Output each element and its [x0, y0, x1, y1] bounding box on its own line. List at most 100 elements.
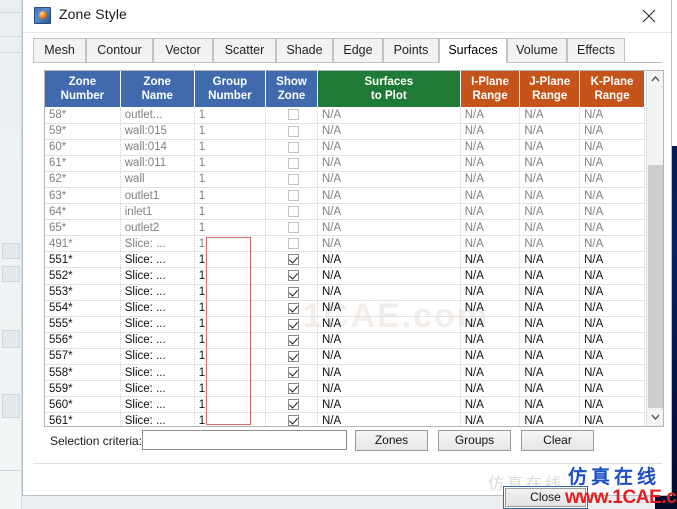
- cell-zone-number: 65*: [45, 220, 120, 236]
- cell-show-zone[interactable]: [266, 381, 318, 397]
- cell-show-zone[interactable]: [266, 107, 318, 123]
- cell-show-zone[interactable]: [266, 300, 318, 316]
- chevron-down-icon[interactable]: [647, 409, 663, 426]
- cell-show-zone[interactable]: [266, 155, 318, 171]
- cell-k-plane: N/A: [580, 171, 645, 187]
- column-header-k-plane-range[interactable]: K-PlaneRange: [580, 71, 645, 107]
- cell-show-zone[interactable]: [266, 171, 318, 187]
- show-zone-checkbox[interactable]: [288, 383, 299, 394]
- column-header-j-plane-range[interactable]: J-PlaneRange: [520, 71, 580, 107]
- tab-scatter[interactable]: Scatter: [213, 38, 276, 63]
- tab-points[interactable]: Points: [383, 38, 439, 63]
- tab-vector[interactable]: Vector: [153, 38, 213, 63]
- close-icon[interactable]: [627, 0, 671, 31]
- show-zone-checkbox[interactable]: [288, 190, 299, 201]
- cell-j-plane: N/A: [520, 348, 580, 364]
- cell-zone-name: wall: [120, 171, 194, 187]
- cell-show-zone[interactable]: [266, 348, 318, 364]
- column-header-zone-number[interactable]: ZoneNumber: [45, 71, 120, 107]
- show-zone-checkbox[interactable]: [288, 351, 299, 362]
- column-header-zone-name[interactable]: ZoneName: [120, 71, 194, 107]
- show-zone-checkbox[interactable]: [288, 142, 299, 153]
- cell-show-zone[interactable]: [266, 139, 318, 155]
- tab-edge[interactable]: Edge: [333, 38, 383, 63]
- table-row[interactable]: 60*wall:0141N/AN/AN/AN/A: [45, 139, 645, 155]
- scrollbar-thumb[interactable]: [648, 165, 663, 408]
- cell-show-zone[interactable]: [266, 220, 318, 236]
- show-zone-checkbox[interactable]: [288, 399, 299, 410]
- cell-show-zone[interactable]: [266, 204, 318, 220]
- clear-button[interactable]: Clear: [521, 430, 594, 451]
- cell-show-zone[interactable]: [266, 413, 318, 427]
- cell-show-zone[interactable]: [266, 397, 318, 413]
- cell-k-plane: N/A: [580, 413, 645, 427]
- table-row[interactable]: 491*Slice: ...1N/AN/AN/AN/A: [45, 236, 645, 252]
- table-row[interactable]: 556*Slice: ...1N/AN/AN/AN/A: [45, 332, 645, 348]
- table-row[interactable]: 558*Slice: ...1N/AN/AN/AN/A: [45, 365, 645, 381]
- cell-group-number: 1: [194, 284, 265, 300]
- table-row[interactable]: 561*Slice: ...1N/AN/AN/AN/A: [45, 413, 645, 427]
- table-row[interactable]: 59*wall:0151N/AN/AN/AN/A: [45, 123, 645, 139]
- cell-zone-name: Slice: ...: [120, 397, 194, 413]
- column-header-surfaces-to-plot[interactable]: Surfacesto Plot: [317, 71, 460, 107]
- tab-effects[interactable]: Effects: [567, 38, 625, 63]
- show-zone-checkbox[interactable]: [288, 270, 299, 281]
- show-zone-checkbox[interactable]: [288, 319, 299, 330]
- cell-zone-number: 557*: [45, 348, 120, 364]
- table-row[interactable]: 64*inlet11N/AN/AN/AN/A: [45, 204, 645, 220]
- show-zone-checkbox[interactable]: [288, 126, 299, 137]
- cell-group-number: 1: [194, 348, 265, 364]
- show-zone-checkbox[interactable]: [288, 367, 299, 378]
- tab-contour[interactable]: Contour: [86, 38, 153, 63]
- tab-mesh[interactable]: Mesh: [33, 38, 86, 63]
- cell-show-zone[interactable]: [266, 284, 318, 300]
- cell-surfaces: N/A: [317, 123, 460, 139]
- cell-show-zone[interactable]: [266, 236, 318, 252]
- show-zone-checkbox[interactable]: [288, 158, 299, 169]
- cell-show-zone[interactable]: [266, 332, 318, 348]
- show-zone-checkbox[interactable]: [288, 287, 299, 298]
- table-row[interactable]: 557*Slice: ...1N/AN/AN/AN/A: [45, 348, 645, 364]
- selection-criteria-input[interactable]: [142, 430, 347, 450]
- show-zone-checkbox[interactable]: [288, 109, 299, 120]
- table-row[interactable]: 553*Slice: ...1N/AN/AN/AN/A: [45, 284, 645, 300]
- cell-group-number: 1: [194, 268, 265, 284]
- show-zone-checkbox[interactable]: [288, 206, 299, 217]
- tab-shade[interactable]: Shade: [276, 38, 333, 63]
- cell-show-zone[interactable]: [266, 365, 318, 381]
- cell-show-zone[interactable]: [266, 123, 318, 139]
- table-row[interactable]: 554*Slice: ...1N/AN/AN/AN/A: [45, 300, 645, 316]
- table-row[interactable]: 560*Slice: ...1N/AN/AN/AN/A: [45, 397, 645, 413]
- table-row[interactable]: 559*Slice: ...1N/AN/AN/AN/A: [45, 381, 645, 397]
- groups-button[interactable]: Groups: [438, 430, 511, 451]
- cell-i-plane: N/A: [460, 332, 520, 348]
- table-row[interactable]: 552*Slice: ...1N/AN/AN/AN/A: [45, 268, 645, 284]
- table-vertical-scrollbar[interactable]: [646, 71, 663, 426]
- cell-show-zone[interactable]: [266, 252, 318, 268]
- tab-surfaces[interactable]: Surfaces: [439, 38, 507, 63]
- tab-volume[interactable]: Volume: [507, 38, 567, 63]
- table-row[interactable]: 551*Slice: ...1N/AN/AN/AN/A: [45, 252, 645, 268]
- table-row[interactable]: 63*outlet11N/AN/AN/AN/A: [45, 187, 645, 203]
- column-header-group-number[interactable]: GroupNumber: [194, 71, 265, 107]
- show-zone-checkbox[interactable]: [288, 238, 299, 249]
- show-zone-checkbox[interactable]: [288, 335, 299, 346]
- cell-show-zone[interactable]: [266, 316, 318, 332]
- table-row[interactable]: 58*outlet...1N/AN/AN/AN/A: [45, 107, 645, 123]
- show-zone-checkbox[interactable]: [288, 303, 299, 314]
- chevron-up-icon[interactable]: [647, 71, 663, 88]
- column-header-i-plane-range[interactable]: I-PlaneRange: [460, 71, 520, 107]
- cell-show-zone[interactable]: [266, 187, 318, 203]
- show-zone-checkbox[interactable]: [288, 254, 299, 265]
- show-zone-checkbox[interactable]: [288, 415, 299, 426]
- table-row[interactable]: 62*wall1N/AN/AN/AN/A: [45, 171, 645, 187]
- table-row[interactable]: 65*outlet21N/AN/AN/AN/A: [45, 220, 645, 236]
- show-zone-checkbox[interactable]: [288, 222, 299, 233]
- cell-i-plane: N/A: [460, 413, 520, 427]
- table-row[interactable]: 555*Slice: ...1N/AN/AN/AN/A: [45, 316, 645, 332]
- column-header-show-zone[interactable]: ShowZone: [266, 71, 318, 107]
- table-row[interactable]: 61*wall:0111N/AN/AN/AN/A: [45, 155, 645, 171]
- cell-show-zone[interactable]: [266, 268, 318, 284]
- zones-button[interactable]: Zones: [355, 430, 428, 451]
- show-zone-checkbox[interactable]: [288, 174, 299, 185]
